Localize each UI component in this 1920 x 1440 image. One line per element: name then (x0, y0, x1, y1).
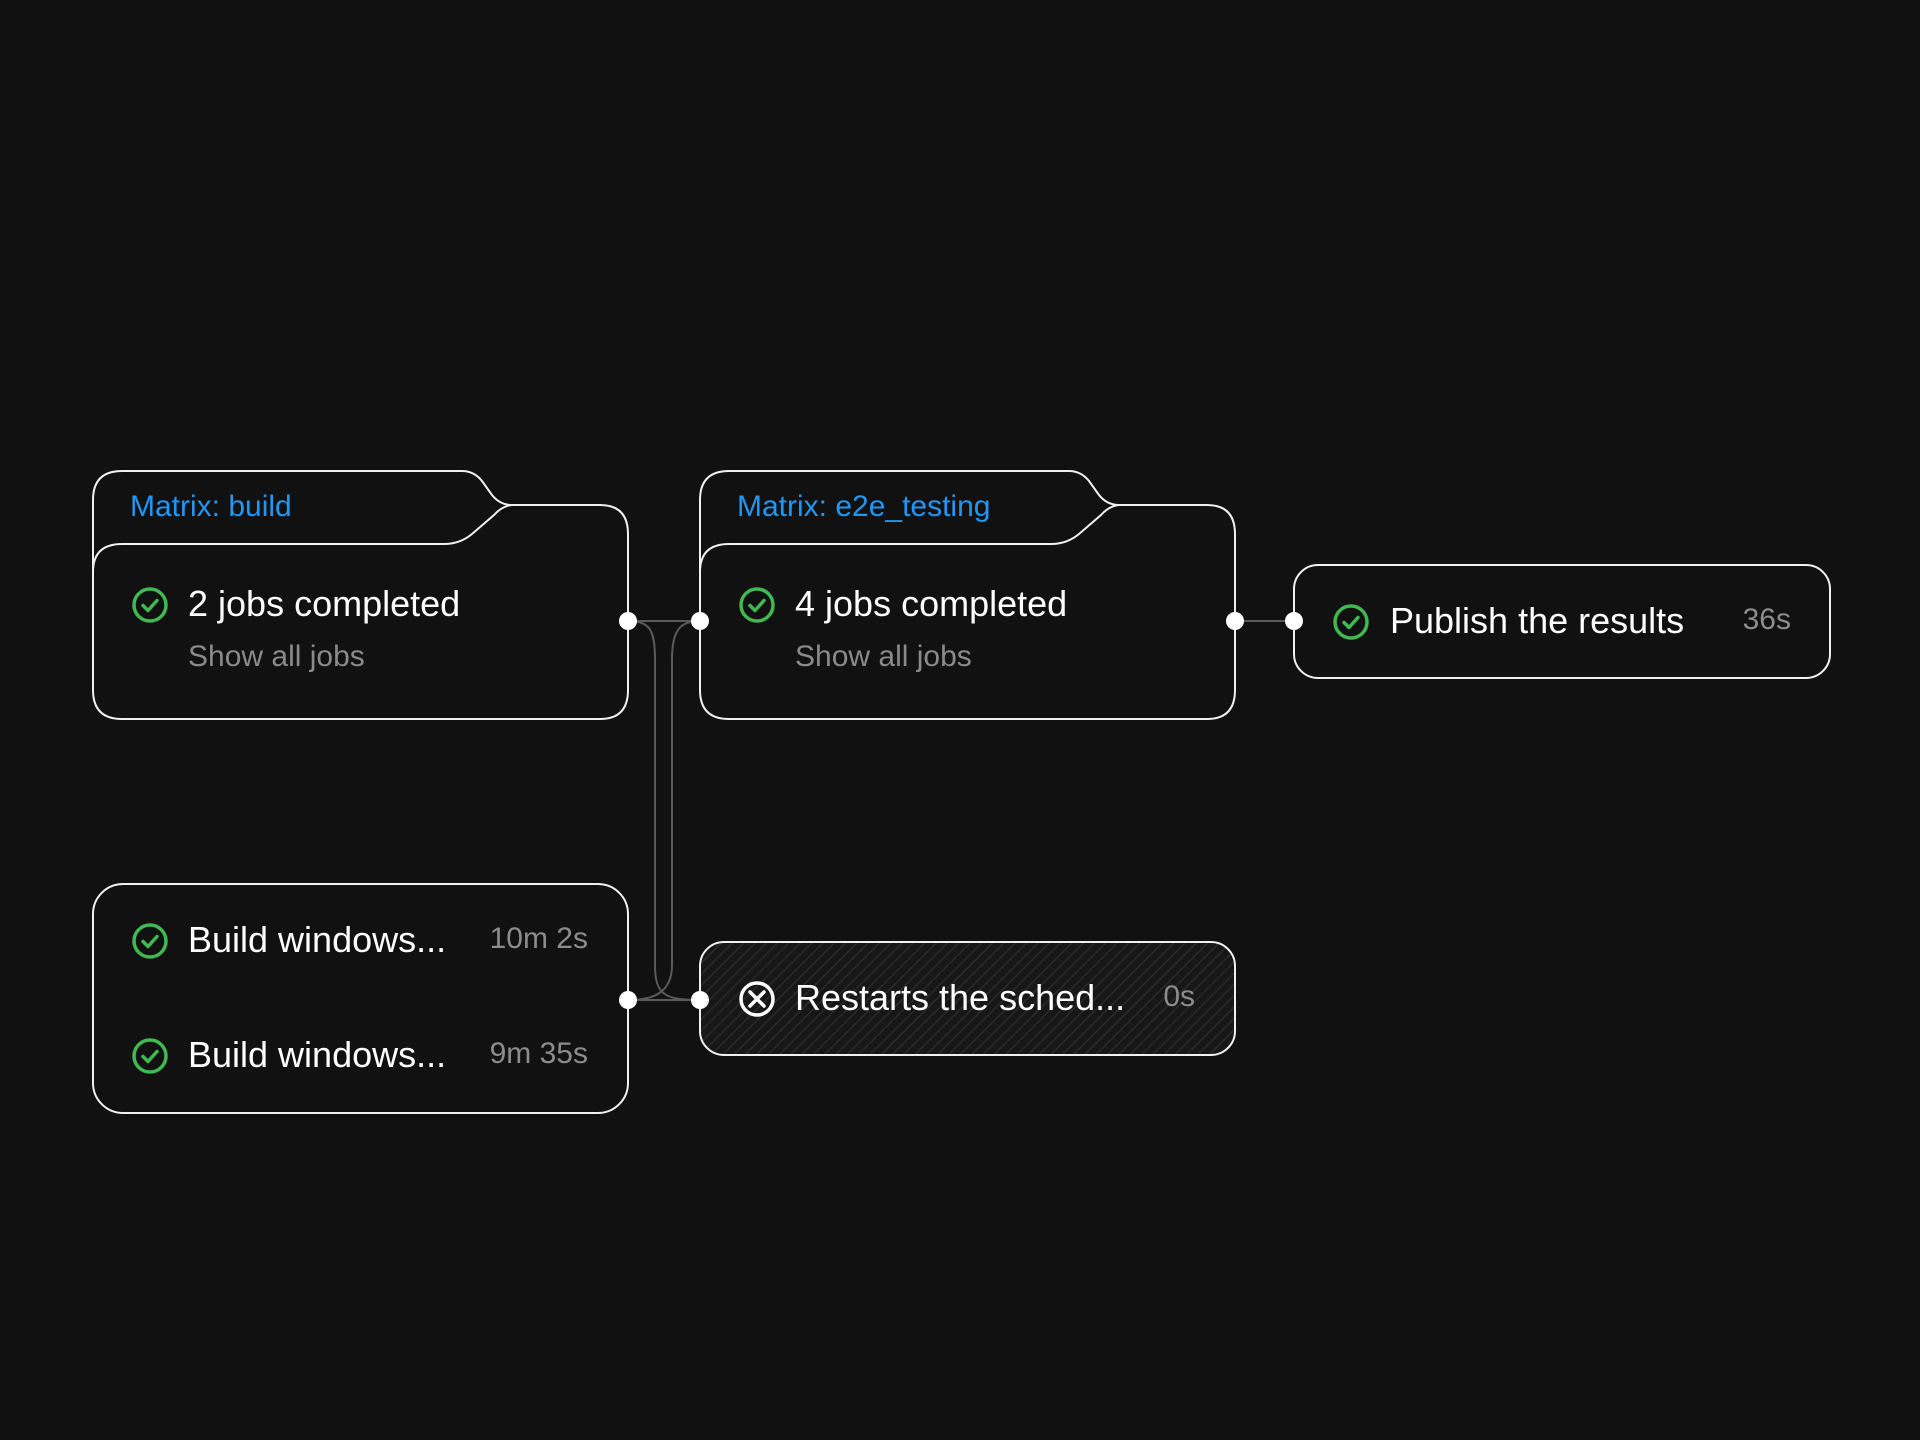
matrix-e2e-summary: 4 jobs completed (795, 583, 1068, 624)
check-circle-icon (1333, 604, 1369, 640)
matrix-build-summary: 2 jobs completed (188, 583, 461, 624)
matrix-e2e-node[interactable] (700, 544, 1235, 719)
restart-job-name: Restarts the sched... (795, 977, 1126, 1018)
graph-canvas (92, 470, 1831, 1114)
x-circle-icon (739, 981, 775, 1017)
workflow-graph: Matrix: build 2 jobs completed Show all … (0, 0, 1920, 1440)
build-job-duration: 9m 35s (489, 1037, 588, 1070)
restart-duration: 0s (1163, 980, 1195, 1013)
publish-duration: 36s (1742, 603, 1791, 636)
check-circle-icon (739, 587, 775, 623)
build-job-duration: 10m 2s (489, 922, 588, 955)
build-job-name: Build windows... (188, 1034, 447, 1075)
check-circle-icon (132, 923, 168, 959)
matrix-build-show-all-link[interactable]: Show all jobs (188, 640, 365, 674)
build-job-name: Build windows... (188, 919, 447, 960)
matrix-e2e-label: Matrix: e2e_testing (737, 490, 991, 523)
matrix-build-label: Matrix: build (130, 490, 292, 523)
matrix-e2e-show-all-link[interactable]: Show all jobs (795, 640, 972, 674)
connector-jobs-to-e2e (627, 620, 701, 1001)
connector-build-to-restart (627, 620, 701, 1001)
matrix-build-node[interactable] (93, 544, 628, 719)
publish-job-name: Publish the results (1390, 600, 1685, 641)
check-circle-icon (132, 587, 168, 623)
check-circle-icon (132, 1038, 168, 1074)
